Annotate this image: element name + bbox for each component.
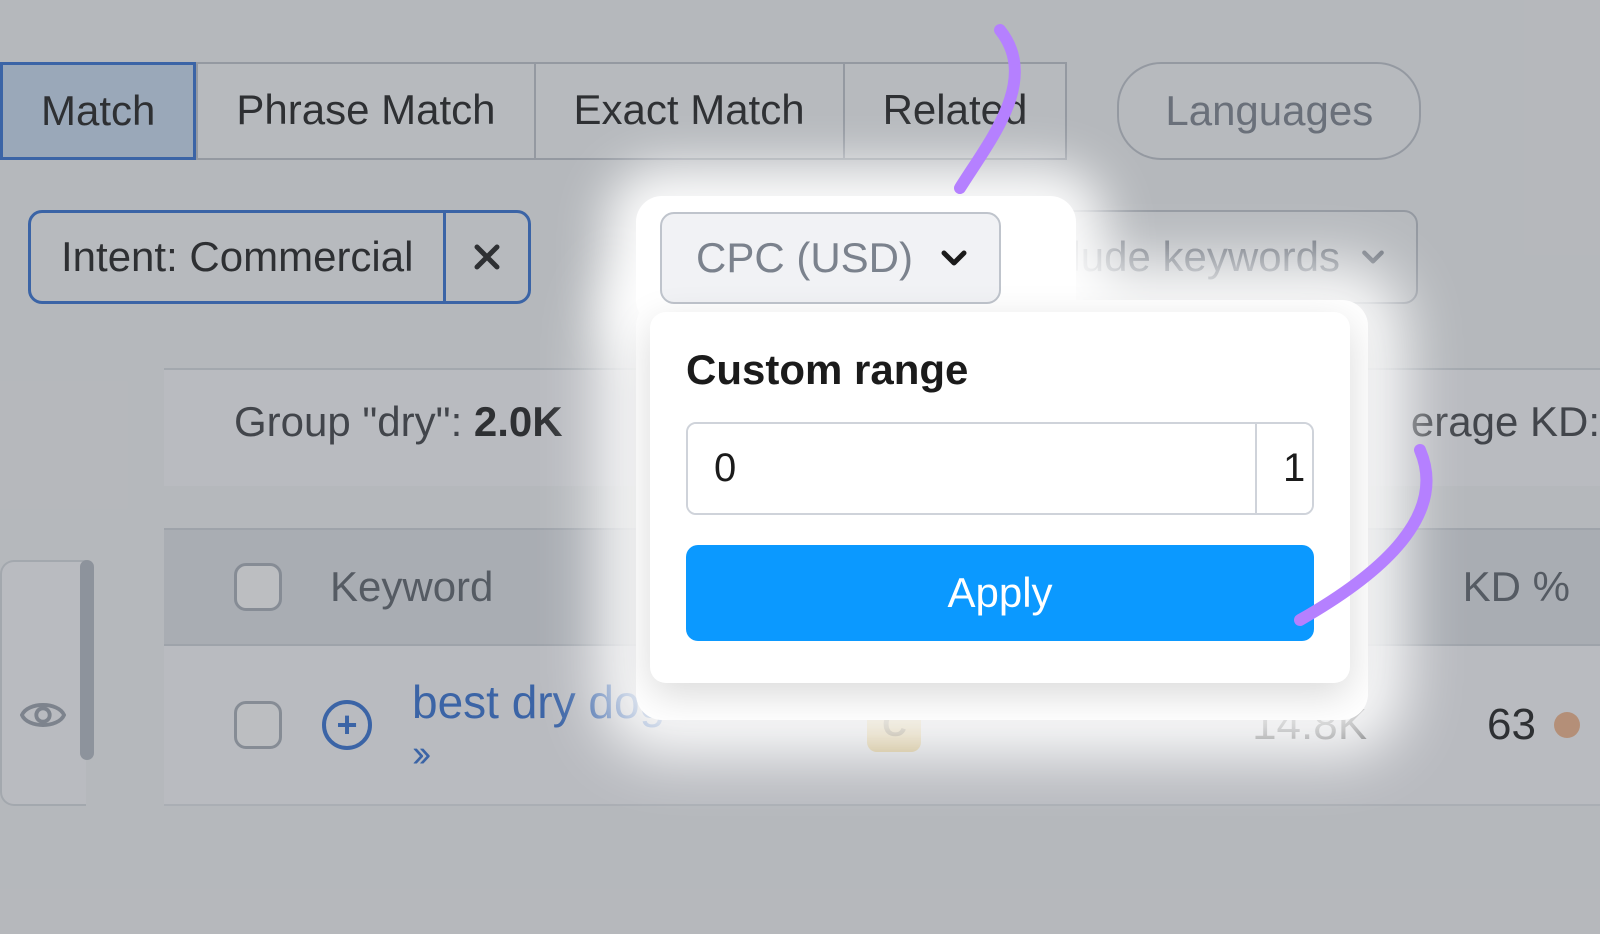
cpc-filter-label: CPC (USD) — [696, 234, 913, 282]
popover-title: Custom range — [686, 346, 1314, 394]
cpc-custom-range-popover: Custom range Apply — [650, 312, 1350, 683]
range-to-input[interactable] — [1255, 424, 1314, 513]
apply-button[interactable]: Apply — [686, 545, 1314, 641]
chevron-down-icon — [939, 243, 969, 273]
cpc-filter-button[interactable]: CPC (USD) — [660, 212, 1001, 304]
range-from-input[interactable] — [688, 424, 1255, 513]
range-inputs — [686, 422, 1314, 515]
